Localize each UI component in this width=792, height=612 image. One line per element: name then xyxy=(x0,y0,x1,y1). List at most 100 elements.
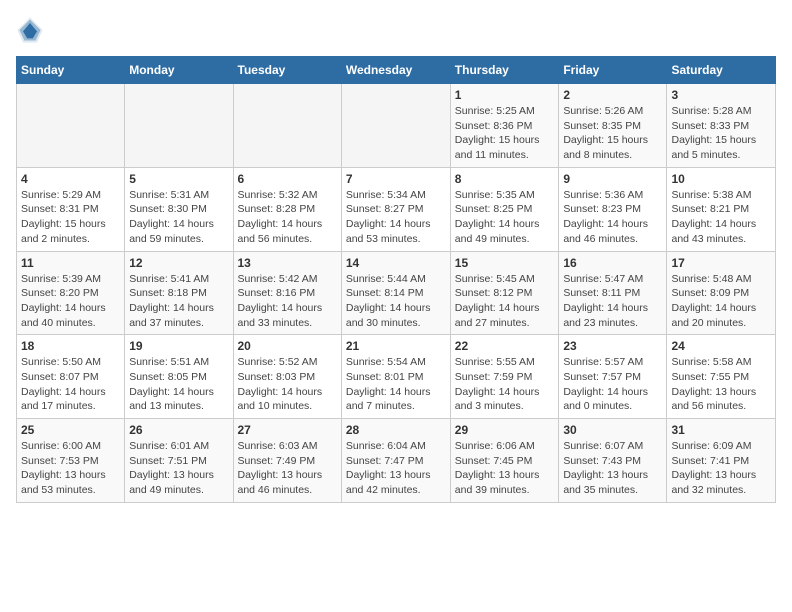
calendar-cell xyxy=(17,84,125,168)
day-info: Sunrise: 6:00 AM Sunset: 7:53 PM Dayligh… xyxy=(21,439,120,498)
calendar-cell: 1 Sunrise: 5:25 AM Sunset: 8:36 PM Daylig… xyxy=(450,84,559,168)
calendar-cell: 4 Sunrise: 5:29 AM Sunset: 8:31 PM Daylig… xyxy=(17,167,125,251)
day-info: Sunrise: 5:39 AM Sunset: 8:20 PM Dayligh… xyxy=(21,272,120,331)
day-info: Sunrise: 5:25 AM Sunset: 8:36 PM Dayligh… xyxy=(455,104,555,163)
day-number: 28 xyxy=(346,423,446,437)
calendar-week-row: 18 Sunrise: 5:50 AM Sunset: 8:07 PM Dayli… xyxy=(17,335,776,419)
day-number: 19 xyxy=(129,339,228,353)
day-info: Sunrise: 6:06 AM Sunset: 7:45 PM Dayligh… xyxy=(455,439,555,498)
day-info: Sunrise: 6:07 AM Sunset: 7:43 PM Dayligh… xyxy=(563,439,662,498)
day-number: 13 xyxy=(238,256,337,270)
day-number: 3 xyxy=(671,88,771,102)
calendar-cell xyxy=(341,84,450,168)
day-info: Sunrise: 5:34 AM Sunset: 8:27 PM Dayligh… xyxy=(346,188,446,247)
calendar-cell: 10 Sunrise: 5:38 AM Sunset: 8:21 PM Dayli… xyxy=(667,167,776,251)
day-number: 31 xyxy=(671,423,771,437)
day-number: 17 xyxy=(671,256,771,270)
calendar-cell: 20 Sunrise: 5:52 AM Sunset: 8:03 PM Dayli… xyxy=(233,335,341,419)
day-info: Sunrise: 5:38 AM Sunset: 8:21 PM Dayligh… xyxy=(671,188,771,247)
calendar-cell: 29 Sunrise: 6:06 AM Sunset: 7:45 PM Dayli… xyxy=(450,419,559,503)
calendar-cell: 15 Sunrise: 5:45 AM Sunset: 8:12 PM Dayli… xyxy=(450,251,559,335)
day-info: Sunrise: 5:35 AM Sunset: 8:25 PM Dayligh… xyxy=(455,188,555,247)
calendar-cell: 12 Sunrise: 5:41 AM Sunset: 8:18 PM Dayli… xyxy=(125,251,233,335)
day-number: 24 xyxy=(671,339,771,353)
day-info: Sunrise: 5:52 AM Sunset: 8:03 PM Dayligh… xyxy=(238,355,337,414)
day-info: Sunrise: 5:50 AM Sunset: 8:07 PM Dayligh… xyxy=(21,355,120,414)
calendar-cell: 8 Sunrise: 5:35 AM Sunset: 8:25 PM Daylig… xyxy=(450,167,559,251)
calendar-day-header: Monday xyxy=(125,57,233,84)
day-info: Sunrise: 5:36 AM Sunset: 8:23 PM Dayligh… xyxy=(563,188,662,247)
day-number: 23 xyxy=(563,339,662,353)
day-info: Sunrise: 5:26 AM Sunset: 8:35 PM Dayligh… xyxy=(563,104,662,163)
calendar-cell: 25 Sunrise: 6:00 AM Sunset: 7:53 PM Dayli… xyxy=(17,419,125,503)
day-number: 21 xyxy=(346,339,446,353)
day-number: 8 xyxy=(455,172,555,186)
calendar-cell: 11Sunrise: 5:39 AM Sunset: 8:20 PM Dayli… xyxy=(17,251,125,335)
day-number: 10 xyxy=(671,172,771,186)
day-number: 16 xyxy=(563,256,662,270)
day-number: 26 xyxy=(129,423,228,437)
calendar-day-header: Friday xyxy=(559,57,667,84)
day-number: 15 xyxy=(455,256,555,270)
day-number: 1 xyxy=(455,88,555,102)
logo xyxy=(16,16,48,44)
day-number: 2 xyxy=(563,88,662,102)
calendar-cell: 21 Sunrise: 5:54 AM Sunset: 8:01 PM Dayli… xyxy=(341,335,450,419)
calendar-cell: 16 Sunrise: 5:47 AM Sunset: 8:11 PM Dayli… xyxy=(559,251,667,335)
header xyxy=(16,16,776,44)
day-number: 27 xyxy=(238,423,337,437)
calendar-cell: 24Sunrise: 5:58 AM Sunset: 7:55 PM Dayli… xyxy=(667,335,776,419)
day-number: 7 xyxy=(346,172,446,186)
calendar-cell: 7 Sunrise: 5:34 AM Sunset: 8:27 PM Daylig… xyxy=(341,167,450,251)
day-info: Sunrise: 5:55 AM Sunset: 7:59 PM Dayligh… xyxy=(455,355,555,414)
day-number: 20 xyxy=(238,339,337,353)
day-number: 22 xyxy=(455,339,555,353)
calendar-cell: 22 Sunrise: 5:55 AM Sunset: 7:59 PM Dayli… xyxy=(450,335,559,419)
day-number: 29 xyxy=(455,423,555,437)
calendar-cell: 14Sunrise: 5:44 AM Sunset: 8:14 PM Dayli… xyxy=(341,251,450,335)
calendar-day-header: Saturday xyxy=(667,57,776,84)
day-info: Sunrise: 6:09 AM Sunset: 7:41 PM Dayligh… xyxy=(671,439,771,498)
calendar-week-row: 11Sunrise: 5:39 AM Sunset: 8:20 PM Dayli… xyxy=(17,251,776,335)
day-info: Sunrise: 5:48 AM Sunset: 8:09 PM Dayligh… xyxy=(671,272,771,331)
calendar-cell: 5 Sunrise: 5:31 AM Sunset: 8:30 PM Daylig… xyxy=(125,167,233,251)
day-info: Sunrise: 5:28 AM Sunset: 8:33 PM Dayligh… xyxy=(671,104,771,163)
calendar-cell: 31 Sunrise: 6:09 AM Sunset: 7:41 PM Dayli… xyxy=(667,419,776,503)
calendar-day-header: Sunday xyxy=(17,57,125,84)
calendar-cell: 6Sunrise: 5:32 AM Sunset: 8:28 PM Daylig… xyxy=(233,167,341,251)
calendar-cell: 23Sunrise: 5:57 AM Sunset: 7:57 PM Dayli… xyxy=(559,335,667,419)
calendar-day-header: Thursday xyxy=(450,57,559,84)
day-number: 6 xyxy=(238,172,337,186)
calendar-cell: 13 Sunrise: 5:42 AM Sunset: 8:16 PM Dayli… xyxy=(233,251,341,335)
calendar-cell: 30 Sunrise: 6:07 AM Sunset: 7:43 PM Dayli… xyxy=(559,419,667,503)
day-number: 18 xyxy=(21,339,120,353)
day-number: 30 xyxy=(563,423,662,437)
day-number: 9 xyxy=(563,172,662,186)
calendar-day-header: Wednesday xyxy=(341,57,450,84)
day-info: Sunrise: 6:01 AM Sunset: 7:51 PM Dayligh… xyxy=(129,439,228,498)
calendar-cell: 19Sunrise: 5:51 AM Sunset: 8:05 PM Dayli… xyxy=(125,335,233,419)
day-number: 25 xyxy=(21,423,120,437)
logo-icon xyxy=(16,16,44,44)
day-info: Sunrise: 5:54 AM Sunset: 8:01 PM Dayligh… xyxy=(346,355,446,414)
calendar-cell: 18 Sunrise: 5:50 AM Sunset: 8:07 PM Dayli… xyxy=(17,335,125,419)
day-number: 14 xyxy=(346,256,446,270)
calendar-week-row: 4 Sunrise: 5:29 AM Sunset: 8:31 PM Daylig… xyxy=(17,167,776,251)
day-number: 12 xyxy=(129,256,228,270)
day-info: Sunrise: 5:47 AM Sunset: 8:11 PM Dayligh… xyxy=(563,272,662,331)
calendar-header-row: SundayMondayTuesdayWednesdayThursdayFrid… xyxy=(17,57,776,84)
calendar-week-row: 25 Sunrise: 6:00 AM Sunset: 7:53 PM Dayli… xyxy=(17,419,776,503)
calendar-table: SundayMondayTuesdayWednesdayThursdayFrid… xyxy=(16,56,776,503)
day-number: 5 xyxy=(129,172,228,186)
day-info: Sunrise: 5:31 AM Sunset: 8:30 PM Dayligh… xyxy=(129,188,228,247)
day-info: Sunrise: 6:03 AM Sunset: 7:49 PM Dayligh… xyxy=(238,439,337,498)
day-info: Sunrise: 5:42 AM Sunset: 8:16 PM Dayligh… xyxy=(238,272,337,331)
day-number: 4 xyxy=(21,172,120,186)
day-info: Sunrise: 5:29 AM Sunset: 8:31 PM Dayligh… xyxy=(21,188,120,247)
calendar-day-header: Tuesday xyxy=(233,57,341,84)
day-info: Sunrise: 5:41 AM Sunset: 8:18 PM Dayligh… xyxy=(129,272,228,331)
calendar-cell: 9 Sunrise: 5:36 AM Sunset: 8:23 PM Daylig… xyxy=(559,167,667,251)
calendar-cell: 28Sunrise: 6:04 AM Sunset: 7:47 PM Dayli… xyxy=(341,419,450,503)
calendar-cell: 3 Sunrise: 5:28 AM Sunset: 8:33 PM Daylig… xyxy=(667,84,776,168)
day-info: Sunrise: 5:45 AM Sunset: 8:12 PM Dayligh… xyxy=(455,272,555,331)
